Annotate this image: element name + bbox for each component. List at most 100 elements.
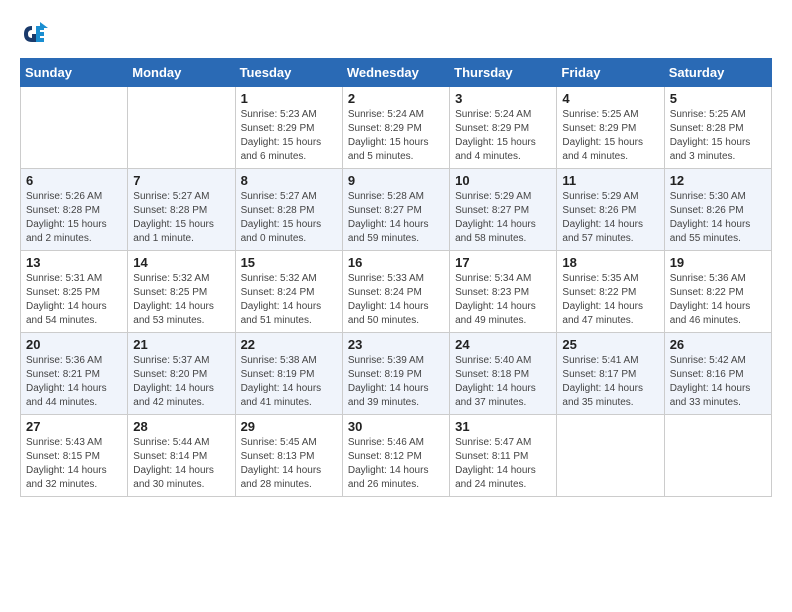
logo-icon (20, 20, 48, 48)
day-info: Sunrise: 5:41 AM Sunset: 8:17 PM Dayligh… (562, 354, 658, 410)
day-info: Sunrise: 5:24 AM Sunset: 8:29 PM Dayligh… (455, 108, 551, 164)
day-number: 26 (670, 337, 766, 352)
calendar-cell: 12 Sunrise: 5:30 AM Sunset: 8:26 PM Dayli… (664, 169, 771, 251)
day-number: 23 (348, 337, 444, 352)
calendar-cell: 31Sunrise: 5:47 AM Sunset: 8:11 PM Dayli… (450, 415, 557, 497)
calendar-week-row-2: 6 Sunrise: 5:26 AM Sunset: 8:28 PM Daylig… (21, 169, 772, 251)
day-info: Sunrise: 5:29 AM Sunset: 8:27 PM Dayligh… (455, 190, 551, 246)
day-number: 6 (26, 173, 122, 188)
calendar-cell: 2 Sunrise: 5:24 AM Sunset: 8:29 PM Daylig… (342, 87, 449, 169)
day-number: 15 (241, 255, 337, 270)
calendar-cell: 17 Sunrise: 5:34 AM Sunset: 8:23 PM Dayli… (450, 251, 557, 333)
day-info: Sunrise: 5:38 AM Sunset: 8:19 PM Dayligh… (241, 354, 337, 410)
day-number: 25 (562, 337, 658, 352)
calendar-cell: 22 Sunrise: 5:38 AM Sunset: 8:19 PM Dayli… (235, 333, 342, 415)
day-number: 31 (455, 419, 551, 434)
calendar-cell: 4 Sunrise: 5:25 AM Sunset: 8:29 PM Daylig… (557, 87, 664, 169)
weekday-header-thursday: Thursday (450, 59, 557, 87)
day-info: Sunrise: 5:27 AM Sunset: 8:28 PM Dayligh… (133, 190, 229, 246)
day-number: 8 (241, 173, 337, 188)
day-number: 19 (670, 255, 766, 270)
calendar-cell: 11 Sunrise: 5:29 AM Sunset: 8:26 PM Dayli… (557, 169, 664, 251)
weekday-header-friday: Friday (557, 59, 664, 87)
day-info: Sunrise: 5:36 AM Sunset: 8:22 PM Dayligh… (670, 272, 766, 328)
day-number: 20 (26, 337, 122, 352)
calendar-cell: 6 Sunrise: 5:26 AM Sunset: 8:28 PM Daylig… (21, 169, 128, 251)
day-info: Sunrise: 5:36 AM Sunset: 8:21 PM Dayligh… (26, 354, 122, 410)
calendar-week-row-3: 13 Sunrise: 5:31 AM Sunset: 8:25 PM Dayli… (21, 251, 772, 333)
day-number: 30 (348, 419, 444, 434)
day-info: Sunrise: 5:45 AM Sunset: 8:13 PM Dayligh… (241, 436, 337, 492)
day-number: 3 (455, 91, 551, 106)
day-number: 7 (133, 173, 229, 188)
day-info: Sunrise: 5:31 AM Sunset: 8:25 PM Dayligh… (26, 272, 122, 328)
day-number: 5 (670, 91, 766, 106)
day-number: 10 (455, 173, 551, 188)
day-number: 11 (562, 173, 658, 188)
calendar-cell: 16Sunrise: 5:33 AM Sunset: 8:24 PM Dayli… (342, 251, 449, 333)
day-info: Sunrise: 5:39 AM Sunset: 8:19 PM Dayligh… (348, 354, 444, 410)
day-number: 4 (562, 91, 658, 106)
calendar-cell: 19 Sunrise: 5:36 AM Sunset: 8:22 PM Dayli… (664, 251, 771, 333)
calendar-week-row-4: 20 Sunrise: 5:36 AM Sunset: 8:21 PM Dayli… (21, 333, 772, 415)
calendar-cell: 24 Sunrise: 5:40 AM Sunset: 8:18 PM Dayli… (450, 333, 557, 415)
day-info: Sunrise: 5:44 AM Sunset: 8:14 PM Dayligh… (133, 436, 229, 492)
calendar-header-row: SundayMondayTuesdayWednesdayThursdayFrid… (21, 59, 772, 87)
calendar-cell: 27 Sunrise: 5:43 AM Sunset: 8:15 PM Dayli… (21, 415, 128, 497)
day-number: 29 (241, 419, 337, 434)
day-number: 14 (133, 255, 229, 270)
day-info: Sunrise: 5:25 AM Sunset: 8:28 PM Dayligh… (670, 108, 766, 164)
calendar-cell: 18 Sunrise: 5:35 AM Sunset: 8:22 PM Dayli… (557, 251, 664, 333)
calendar-cell: 20 Sunrise: 5:36 AM Sunset: 8:21 PM Dayli… (21, 333, 128, 415)
day-info: Sunrise: 5:28 AM Sunset: 8:27 PM Dayligh… (348, 190, 444, 246)
weekday-header-tuesday: Tuesday (235, 59, 342, 87)
calendar-cell: 5 Sunrise: 5:25 AM Sunset: 8:28 PM Daylig… (664, 87, 771, 169)
day-number: 13 (26, 255, 122, 270)
calendar-cell: 28Sunrise: 5:44 AM Sunset: 8:14 PM Dayli… (128, 415, 235, 497)
day-info: Sunrise: 5:46 AM Sunset: 8:12 PM Dayligh… (348, 436, 444, 492)
calendar-cell: 15 Sunrise: 5:32 AM Sunset: 8:24 PM Dayli… (235, 251, 342, 333)
day-info: Sunrise: 5:32 AM Sunset: 8:24 PM Dayligh… (241, 272, 337, 328)
day-info: Sunrise: 5:34 AM Sunset: 8:23 PM Dayligh… (455, 272, 551, 328)
calendar-cell (557, 415, 664, 497)
day-number: 24 (455, 337, 551, 352)
logo (20, 20, 52, 48)
calendar-cell: 14 Sunrise: 5:32 AM Sunset: 8:25 PM Dayli… (128, 251, 235, 333)
day-number: 22 (241, 337, 337, 352)
day-info: Sunrise: 5:42 AM Sunset: 8:16 PM Dayligh… (670, 354, 766, 410)
calendar-cell: 10 Sunrise: 5:29 AM Sunset: 8:27 PM Dayli… (450, 169, 557, 251)
calendar-table: SundayMondayTuesdayWednesdayThursdayFrid… (20, 58, 772, 497)
calendar-cell: 13 Sunrise: 5:31 AM Sunset: 8:25 PM Dayli… (21, 251, 128, 333)
weekday-header-sunday: Sunday (21, 59, 128, 87)
day-info: Sunrise: 5:32 AM Sunset: 8:25 PM Dayligh… (133, 272, 229, 328)
day-info: Sunrise: 5:26 AM Sunset: 8:28 PM Dayligh… (26, 190, 122, 246)
day-number: 12 (670, 173, 766, 188)
day-info: Sunrise: 5:37 AM Sunset: 8:20 PM Dayligh… (133, 354, 229, 410)
day-info: Sunrise: 5:23 AM Sunset: 8:29 PM Dayligh… (241, 108, 337, 164)
day-info: Sunrise: 5:40 AM Sunset: 8:18 PM Dayligh… (455, 354, 551, 410)
day-number: 1 (241, 91, 337, 106)
day-number: 18 (562, 255, 658, 270)
day-info: Sunrise: 5:24 AM Sunset: 8:29 PM Dayligh… (348, 108, 444, 164)
calendar-cell: 30 Sunrise: 5:46 AM Sunset: 8:12 PM Dayli… (342, 415, 449, 497)
day-info: Sunrise: 5:29 AM Sunset: 8:26 PM Dayligh… (562, 190, 658, 246)
calendar-cell: 1 Sunrise: 5:23 AM Sunset: 8:29 PM Daylig… (235, 87, 342, 169)
day-info: Sunrise: 5:30 AM Sunset: 8:26 PM Dayligh… (670, 190, 766, 246)
day-info: Sunrise: 5:33 AM Sunset: 8:24 PM Dayligh… (348, 272, 444, 328)
day-info: Sunrise: 5:27 AM Sunset: 8:28 PM Dayligh… (241, 190, 337, 246)
day-number: 17 (455, 255, 551, 270)
calendar-cell (664, 415, 771, 497)
calendar-cell: 23 Sunrise: 5:39 AM Sunset: 8:19 PM Dayli… (342, 333, 449, 415)
calendar-cell (21, 87, 128, 169)
day-number: 2 (348, 91, 444, 106)
day-info: Sunrise: 5:25 AM Sunset: 8:29 PM Dayligh… (562, 108, 658, 164)
day-info: Sunrise: 5:35 AM Sunset: 8:22 PM Dayligh… (562, 272, 658, 328)
day-info: Sunrise: 5:43 AM Sunset: 8:15 PM Dayligh… (26, 436, 122, 492)
weekday-header-monday: Monday (128, 59, 235, 87)
calendar-cell: 26 Sunrise: 5:42 AM Sunset: 8:16 PM Dayli… (664, 333, 771, 415)
calendar-week-row-1: 1 Sunrise: 5:23 AM Sunset: 8:29 PM Daylig… (21, 87, 772, 169)
calendar-cell: 21Sunrise: 5:37 AM Sunset: 8:20 PM Dayli… (128, 333, 235, 415)
day-number: 27 (26, 419, 122, 434)
header (20, 20, 772, 48)
calendar-cell: 29 Sunrise: 5:45 AM Sunset: 8:13 PM Dayli… (235, 415, 342, 497)
